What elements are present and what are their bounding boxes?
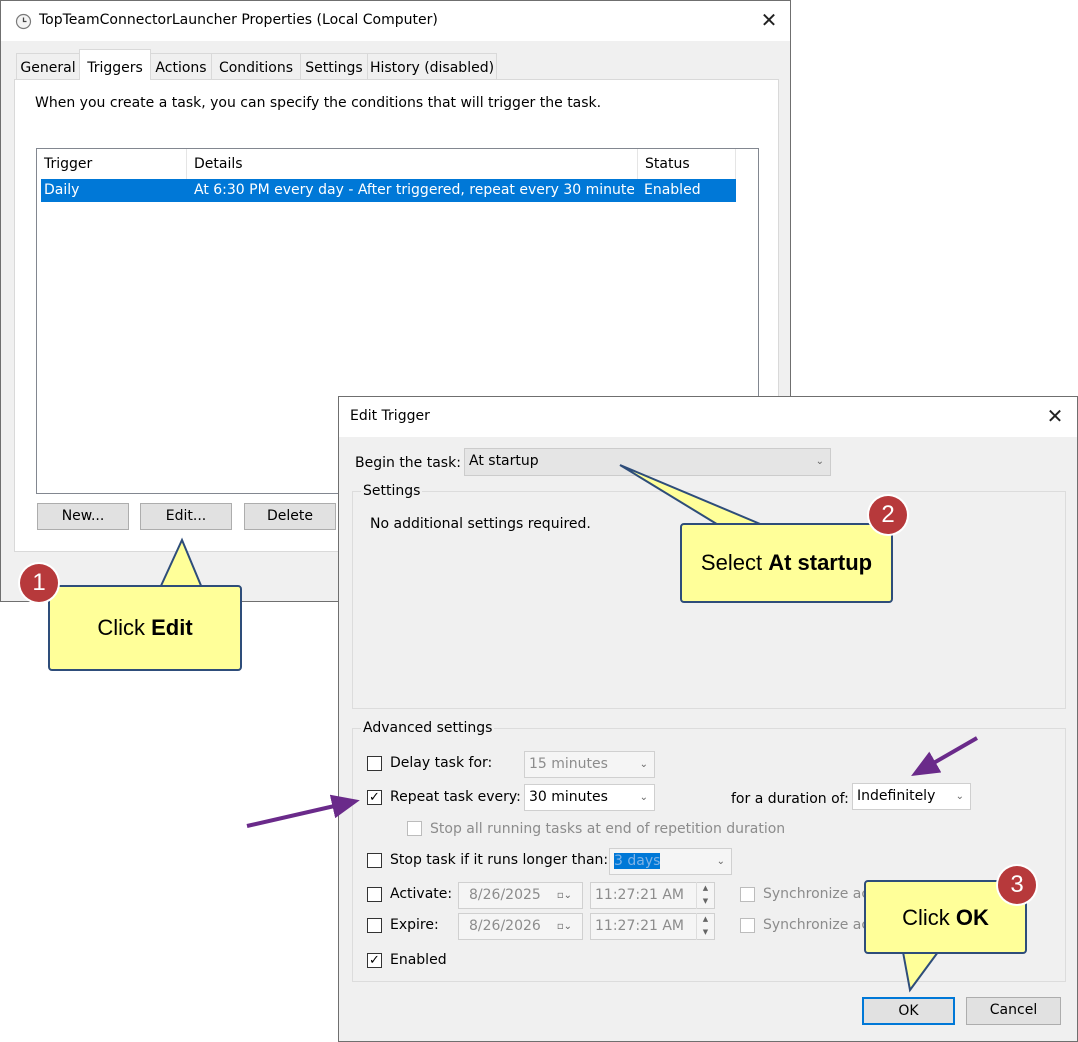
arrow-to-repeat <box>246 794 360 828</box>
callout-1-pre: Click <box>97 615 152 640</box>
callout-2: Select At startup <box>680 523 893 603</box>
tab-triggers[interactable]: Triggers <box>79 49 151 80</box>
callout-1: Click Edit <box>48 585 242 671</box>
callout-3-pointer <box>902 951 939 993</box>
callout-1-bold: Edit <box>151 615 193 640</box>
callout-1-pointer <box>159 537 203 589</box>
callout-2-pre: Select <box>700 550 769 575</box>
callout-1-badge: 1 <box>20 564 58 602</box>
arrow-to-duration <box>911 736 978 776</box>
callout-3-pre: Click <box>902 905 956 930</box>
callout-2-bold: At startup <box>768 550 873 575</box>
callout-3-badge: 3 <box>998 866 1036 904</box>
callout-2-badge: 2 <box>869 496 907 534</box>
callout-3-bold: OK <box>955 905 989 930</box>
callout-2-pointer <box>619 464 766 527</box>
